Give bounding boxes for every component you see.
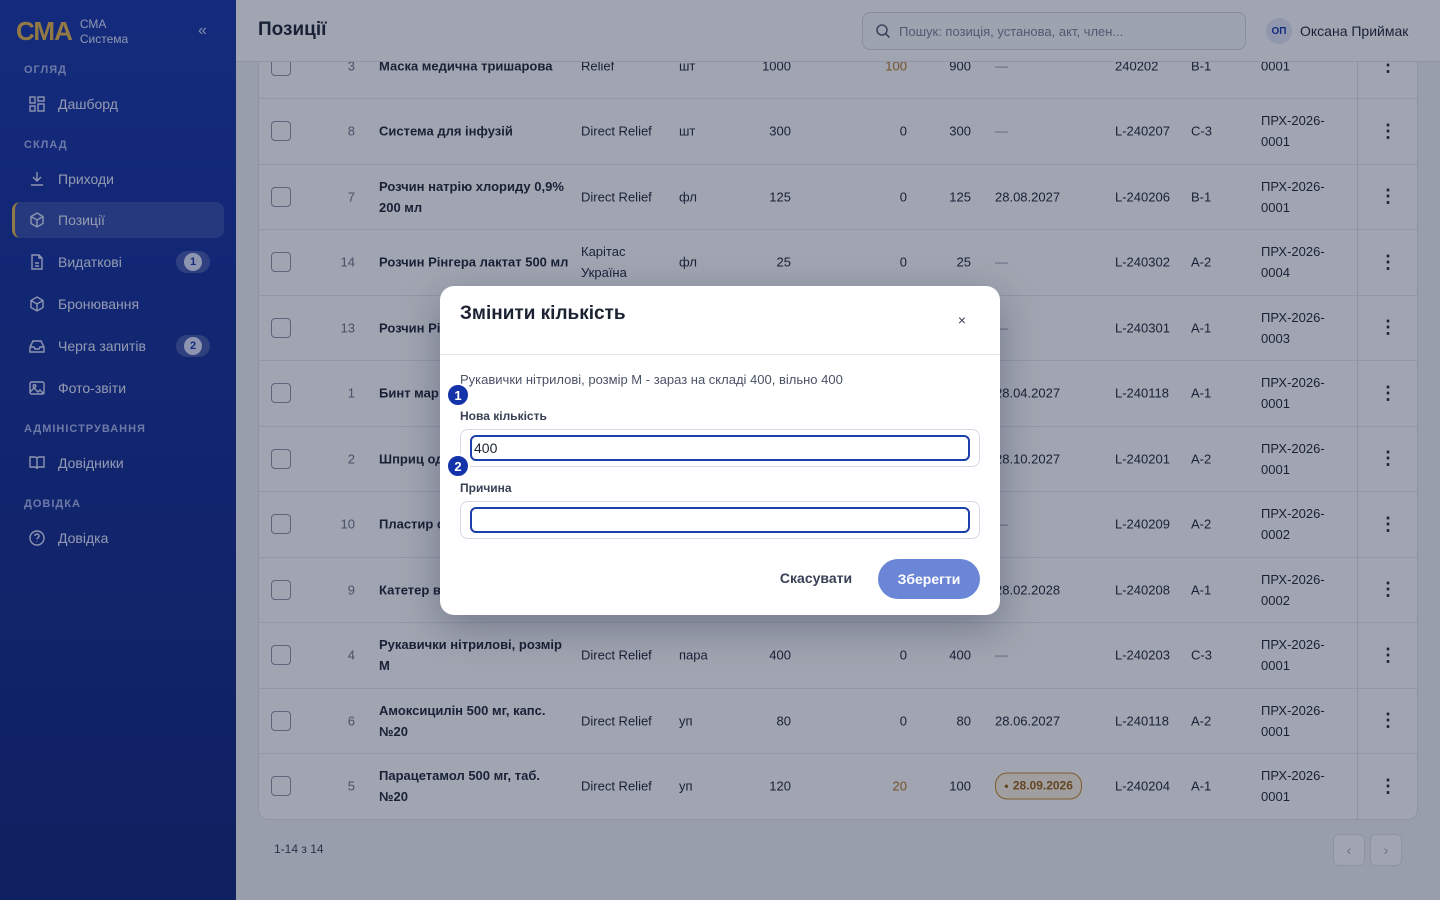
quantity-field: [460, 429, 980, 467]
change-quantity-dialog: Змінити кількість × Рукавички нітрилові,…: [440, 286, 1000, 615]
quantity-label: Нова кількість: [460, 409, 547, 423]
dialog-description: Рукавички нітрилові, розмір M - зараз на…: [460, 372, 843, 387]
annotation-marker-2: 2: [446, 454, 470, 478]
dialog-title: Змінити кількість: [460, 303, 626, 324]
reason-label: Причина: [460, 481, 512, 495]
quantity-input[interactable]: [470, 435, 970, 461]
divider: [440, 354, 1000, 355]
reason-field: [460, 501, 980, 539]
cancel-button[interactable]: Скасувати: [766, 560, 866, 596]
save-button[interactable]: Зберегти: [878, 559, 980, 599]
reason-input[interactable]: [470, 507, 970, 533]
close-icon[interactable]: ×: [948, 306, 976, 334]
annotation-marker-1: 1: [446, 383, 470, 407]
